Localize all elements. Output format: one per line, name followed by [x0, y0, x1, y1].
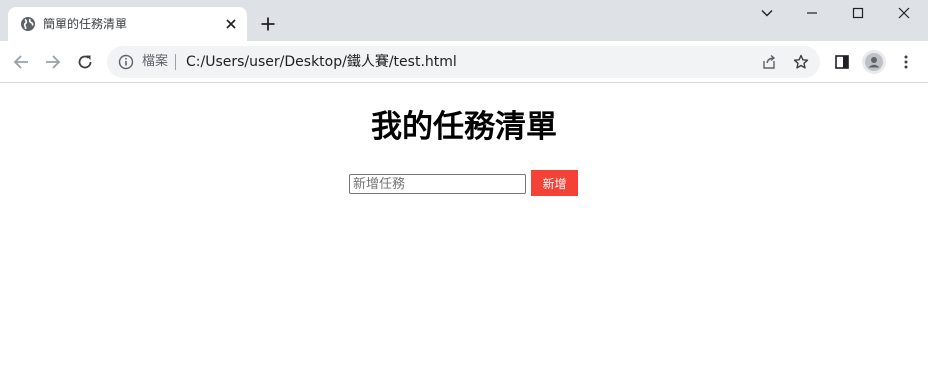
minimize-window-icon[interactable]	[797, 4, 827, 22]
tab-strip: 簡單的任務清單	[0, 0, 928, 41]
back-arrow-icon[interactable]	[9, 50, 33, 74]
kebab-menu-icon[interactable]	[895, 51, 917, 73]
profile-avatar-icon[interactable]	[862, 50, 886, 74]
forward-arrow-icon[interactable]	[41, 50, 65, 74]
address-bar[interactable]: 檔案 C:/Users/user/Desktop/鐵人賽/test.html	[107, 46, 820, 78]
security-chip-label[interactable]: 檔案	[142, 54, 168, 70]
bookmark-star-icon[interactable]	[792, 53, 810, 71]
tab-search-chevron-down-icon[interactable]	[752, 4, 782, 22]
share-icon[interactable]	[760, 53, 778, 71]
tab-close-icon[interactable]	[222, 15, 240, 33]
tab-title: 簡單的任務清單	[43, 17, 128, 31]
new-tab-plus-icon[interactable]	[257, 13, 279, 35]
browser-tab-active[interactable]: 簡單的任務清單	[8, 7, 247, 41]
maximize-window-icon[interactable]	[843, 4, 873, 22]
add-task-button[interactable]: 新增	[531, 170, 578, 196]
globe-icon	[20, 16, 36, 32]
close-window-icon[interactable]	[889, 4, 919, 22]
page-title: 我的任務清單	[371, 109, 557, 145]
new-task-input[interactable]	[349, 174, 526, 194]
browser-toolbar: 檔案 C:/Users/user/Desktop/鐵人賽/test.html	[0, 41, 928, 83]
reload-icon[interactable]	[73, 50, 97, 74]
info-icon[interactable]	[118, 54, 134, 70]
side-panel-icon[interactable]	[831, 51, 853, 73]
url-text[interactable]: C:/Users/user/Desktop/鐵人賽/test.html	[186, 53, 457, 71]
omnibox-divider	[175, 54, 176, 70]
page-content: 我的任務清單 新增	[0, 84, 928, 378]
